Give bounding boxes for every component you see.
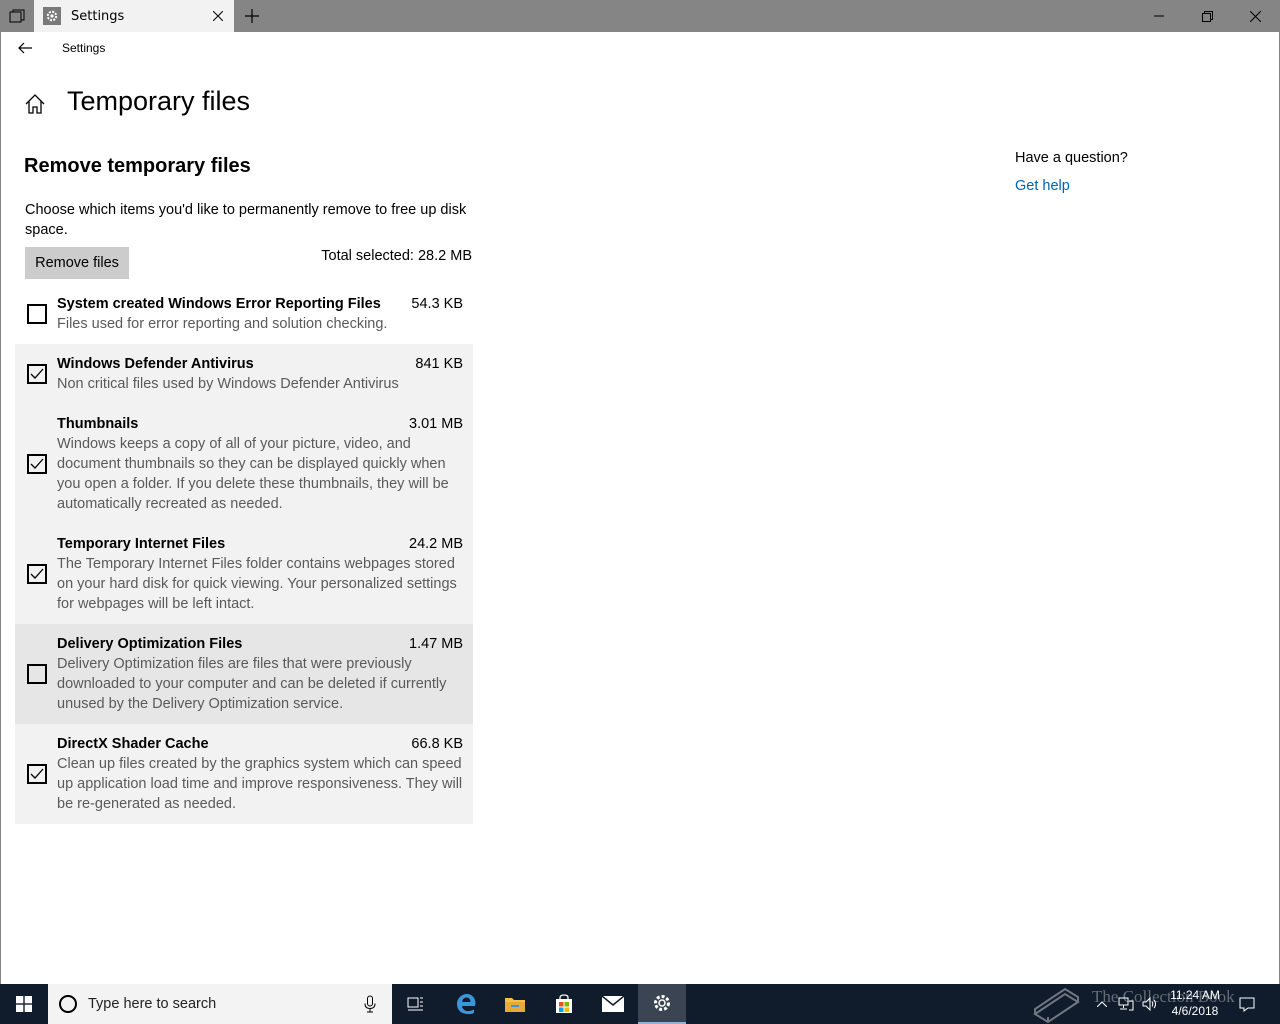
- remove-files-button[interactable]: Remove files: [25, 247, 129, 279]
- page-title: Temporary files: [67, 86, 251, 116]
- checkbox[interactable]: [27, 664, 47, 684]
- task-view-icon[interactable]: [392, 984, 440, 1024]
- section-title: Remove temporary files: [24, 155, 251, 177]
- get-help-link[interactable]: Get help: [1015, 178, 1070, 194]
- new-tab-icon[interactable]: [240, 4, 264, 28]
- taskbar-search-box[interactable]: Type here to search: [48, 984, 392, 1024]
- item-detail: The Temporary Internet Files folder cont…: [57, 556, 457, 612]
- list-item[interactable]: Temporary Internet Files 24.2 MB The Tem…: [15, 524, 473, 624]
- search-placeholder: Type here to search: [88, 996, 217, 1012]
- checkmark-icon: [30, 568, 44, 579]
- help-question: Have a question?: [1015, 150, 1128, 166]
- restore-icon[interactable]: [1184, 0, 1230, 32]
- checkbox-checked[interactable]: [27, 364, 47, 384]
- list-item[interactable]: Windows Defender Antivirus 841 KB Non cr…: [15, 344, 473, 404]
- close-window-icon[interactable]: [1232, 0, 1278, 32]
- item-name: DirectX Shader Cache: [57, 736, 209, 752]
- file-explorer-icon[interactable]: [491, 984, 539, 1024]
- item-size: 66.8 KB: [411, 736, 463, 752]
- item-detail: Non critical files used by Windows Defen…: [57, 376, 399, 392]
- system-clock[interactable]: 11:24 AM 4/6/2018: [1150, 987, 1240, 1019]
- item-detail: Clean up files created by the graphics s…: [57, 756, 463, 812]
- home-icon[interactable]: [24, 93, 46, 115]
- checkbox-checked[interactable]: [27, 764, 47, 784]
- checkbox[interactable]: [27, 304, 47, 324]
- description: Choose which items you'd like to permane…: [25, 202, 467, 238]
- cortana-icon: [59, 995, 77, 1013]
- temp-files-list: System created Windows Error Reporting F…: [15, 294, 473, 824]
- item-size: 3.01 MB: [409, 416, 463, 432]
- list-item[interactable]: DirectX Shader Cache 66.8 KB Clean up fi…: [15, 724, 473, 824]
- list-item[interactable]: System created Windows Error Reporting F…: [15, 294, 473, 344]
- close-tab-icon[interactable]: [208, 6, 228, 26]
- minimize-icon[interactable]: [1136, 0, 1182, 32]
- checkmark-icon: [30, 768, 44, 779]
- item-name: Windows Defender Antivirus: [57, 356, 254, 372]
- clock-time: 11:24 AM: [1170, 988, 1220, 1002]
- action-center-icon[interactable]: [1236, 984, 1258, 1024]
- list-item[interactable]: Thumbnails 3.01 MB Windows keeps a copy …: [15, 404, 473, 524]
- item-size: 24.2 MB: [409, 536, 463, 552]
- show-hidden-icons-icon[interactable]: [1092, 984, 1112, 1024]
- total-selected: Total selected: 28.2 MB: [321, 248, 472, 264]
- item-size: 1.47 MB: [409, 636, 463, 652]
- checkbox-checked[interactable]: [27, 564, 47, 584]
- microphone-icon[interactable]: [360, 993, 380, 1015]
- title-bar: Settings: [0, 0, 1280, 32]
- item-detail: Windows keeps a copy of all of your pict…: [57, 436, 449, 512]
- item-size: 54.3 KB: [411, 296, 463, 312]
- item-name: Delivery Optimization Files: [57, 636, 243, 652]
- app-name: Settings: [62, 41, 106, 55]
- checkmark-icon: [30, 458, 44, 469]
- settings-tab[interactable]: Settings: [34, 0, 234, 32]
- list-item[interactable]: Delivery Optimization Files 1.47 MB Deli…: [15, 624, 473, 724]
- clock-date: 4/6/2018: [1171, 1004, 1219, 1018]
- mail-icon[interactable]: [589, 984, 637, 1024]
- checkbox-checked[interactable]: [27, 454, 47, 474]
- settings-taskbar-icon[interactable]: [638, 984, 686, 1024]
- tab-overview-icon[interactable]: [0, 0, 34, 32]
- taskbar: Type here to search The Collection Book …: [0, 984, 1280, 1024]
- item-detail: Files used for error reporting and solut…: [57, 316, 388, 332]
- tab-title: Settings: [71, 8, 125, 24]
- item-name: Thumbnails: [57, 416, 139, 432]
- item-name: System created Windows Error Reporting F…: [57, 296, 381, 312]
- store-icon[interactable]: [540, 984, 588, 1024]
- item-size: 841 KB: [415, 356, 463, 372]
- item-name: Temporary Internet Files: [57, 536, 226, 552]
- checkmark-icon: [30, 368, 44, 379]
- windows-start-icon[interactable]: [0, 984, 48, 1024]
- network-icon[interactable]: [1115, 984, 1137, 1024]
- back-arrow-icon[interactable]: [12, 36, 38, 60]
- gear-icon: [43, 7, 61, 25]
- edge-browser-icon[interactable]: [442, 984, 490, 1024]
- item-detail: Delivery Optimization files are files th…: [57, 656, 447, 712]
